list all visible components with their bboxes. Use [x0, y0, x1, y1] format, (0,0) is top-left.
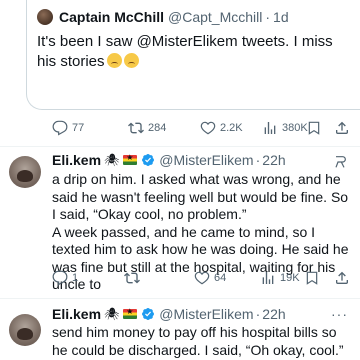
views-icon — [260, 270, 276, 286]
heart-icon — [200, 120, 216, 136]
verified-badge-icon — [141, 307, 155, 321]
repost-button[interactable] — [124, 268, 144, 288]
divider — [0, 298, 360, 299]
ghana-flag-icon — [123, 153, 138, 165]
share-button[interactable] — [334, 118, 354, 138]
repost-button[interactable]: 284 — [128, 118, 166, 138]
timestamp[interactable]: 1d — [273, 9, 289, 25]
like-count: 64 — [214, 272, 227, 284]
reply-button[interactable]: 77 — [52, 118, 84, 138]
crying-face-icon — [106, 53, 122, 68]
quoted-tweet-card[interactable]: Captain McChill @Capt_Mcchill · 1d It's … — [26, 0, 360, 110]
author-name[interactable]: Eli.kem — [52, 152, 101, 168]
more-options-button[interactable]: ··· — [331, 306, 348, 322]
separator: · — [265, 9, 271, 25]
tweet-header: Eli.kem 🕷 @MisterElikem · 22h — [52, 306, 286, 322]
share-button[interactable] — [334, 268, 354, 288]
tweet-actions: 77 284 2.2K 380K — [0, 118, 360, 138]
avatar[interactable] — [9, 156, 41, 188]
repost-count: 284 — [148, 122, 167, 134]
tweet-actions: 1 64 19K — [0, 268, 360, 288]
share-icon — [334, 120, 350, 136]
author-name[interactable]: Eli.kem — [52, 306, 101, 322]
like-button[interactable]: 2.2K — [200, 118, 243, 138]
repost-icon — [124, 270, 140, 286]
avatar[interactable] — [9, 314, 41, 346]
heart-icon — [194, 270, 210, 286]
reply-icon — [52, 270, 68, 286]
repost-icon — [128, 120, 144, 136]
author-name[interactable]: Captain McChill — [59, 9, 164, 25]
reply-icon — [52, 120, 68, 136]
reply-count: 1 — [72, 272, 79, 284]
bookmark-icon — [304, 270, 320, 286]
spider-icon: 🕷 — [104, 307, 120, 321]
tweet[interactable]: Eli.kem 🕷 @MisterElikem · 22h ··· send h… — [0, 302, 360, 360]
separator: · — [255, 152, 261, 168]
bookmark-icon — [306, 120, 322, 136]
views-icon — [262, 120, 278, 136]
share-icon — [334, 270, 350, 286]
timestamp[interactable]: 22h — [262, 152, 285, 168]
tweet[interactable]: Eli.kem 🕷 @MisterElikem · 22h a drip on … — [0, 152, 360, 292]
bookmark-button[interactable] — [306, 118, 326, 138]
tweet-header: Eli.kem 🕷 @MisterElikem · 22h — [52, 152, 286, 168]
bookmark-button[interactable] — [304, 268, 324, 288]
avatar[interactable] — [37, 9, 53, 25]
ghana-flag-icon — [123, 307, 138, 319]
tweet-text: It's been I saw @MisterElikem tweets. I … — [37, 33, 333, 70]
verified-badge-icon — [141, 153, 155, 167]
author-handle[interactable]: @MisterElikem — [159, 306, 253, 322]
tweet-paragraph: a drip on him. I asked what was wrong, a… — [52, 171, 349, 222]
separator: · — [255, 306, 261, 322]
divider — [0, 146, 360, 147]
views-button[interactable]: 380K — [262, 118, 308, 138]
quoted-tweet-text: It's been I saw @MisterElikem tweets. I … — [37, 32, 355, 72]
like-count: 2.2K — [220, 122, 243, 134]
grok-icon[interactable] — [332, 154, 348, 170]
reply-button[interactable]: 1 — [52, 268, 78, 288]
quoted-tweet-header: Captain McChill @Capt_Mcchill · 1d — [37, 9, 289, 25]
views-count: 380K — [282, 122, 308, 134]
spider-icon: 🕷 — [104, 153, 120, 167]
crying-face-icon — [123, 53, 139, 68]
tweet-paragraph: send him money to pay off his hospital b… — [52, 324, 344, 358]
timestamp[interactable]: 22h — [262, 306, 285, 322]
views-count: 19K — [280, 272, 300, 284]
author-handle[interactable]: @Capt_Mcchill — [168, 9, 262, 25]
author-handle[interactable]: @MisterElikem — [159, 152, 253, 168]
tweet-text: send him money to pay off his hospital b… — [52, 324, 350, 359]
like-button[interactable]: 64 — [194, 268, 226, 288]
views-button[interactable]: 19K — [260, 268, 300, 288]
reply-count: 77 — [72, 122, 85, 134]
